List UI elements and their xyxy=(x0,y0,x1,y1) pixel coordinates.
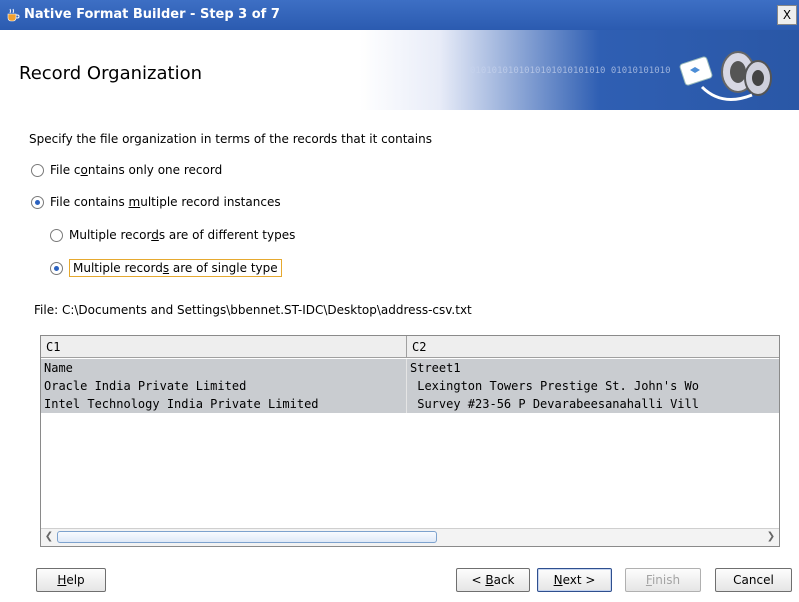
back-button[interactable]: < Back xyxy=(456,568,530,592)
radio-multiple-records[interactable]: File contains multiple record instances xyxy=(31,195,281,209)
radio-label: Multiple records are of different types xyxy=(69,228,296,242)
table-cell: Street1 xyxy=(410,361,461,375)
close-icon: X xyxy=(782,8,792,22)
next-button[interactable]: Next > xyxy=(537,568,612,592)
wizard-header: Record Organization 01010101010101010101… xyxy=(0,30,799,111)
coffee-cup-icon xyxy=(7,8,20,22)
radio-different-types[interactable]: Multiple records are of different types xyxy=(50,228,295,242)
column-header-c1[interactable]: C1 xyxy=(41,336,407,358)
table-cell: Lexington Towers Prestige St. John's Wo xyxy=(410,379,699,393)
file-path-label: File: C:\Documents and Settings\bbennet.… xyxy=(34,303,472,317)
radio-one-record[interactable]: File contains only one record xyxy=(31,163,222,177)
table-cell: Oracle India Private Limited xyxy=(41,377,407,395)
page-title: Record Organization xyxy=(19,63,202,84)
radio-button[interactable] xyxy=(31,163,44,177)
radio-label: File contains multiple record instances xyxy=(50,195,281,209)
table-cell: Name xyxy=(41,359,407,377)
radio-button[interactable] xyxy=(31,195,44,209)
radio-button[interactable] xyxy=(50,228,63,242)
table-row[interactable]: Intel Technology India Private Limited S… xyxy=(41,395,779,413)
radio-single-type[interactable]: Multiple records are of single type xyxy=(50,259,282,277)
radio-label: Multiple records are of single type xyxy=(69,259,282,277)
table-cell: Survey #23-56 P Devarabeesanahalli Vill xyxy=(410,397,699,411)
table-row[interactable]: Name Street1 xyxy=(41,359,779,377)
table-cell: Intel Technology India Private Limited xyxy=(41,395,407,413)
cancel-button[interactable]: Cancel xyxy=(715,568,792,592)
radio-label: File contains only one record xyxy=(50,163,223,177)
scroll-left-icon[interactable]: ❮ xyxy=(43,531,55,543)
horizontal-scrollbar[interactable]: ❮ ❯ xyxy=(41,528,779,546)
wizard-logo-icon xyxy=(679,51,772,101)
scrollbar-thumb[interactable] xyxy=(57,531,437,543)
table-row[interactable]: Oracle India Private Limited Lexington T… xyxy=(41,377,779,395)
help-button[interactable]: Help xyxy=(36,568,106,592)
radio-button[interactable] xyxy=(50,261,63,275)
data-grid[interactable]: C1 C2 Name Street1 Oracle India Private … xyxy=(40,335,780,547)
column-header-c2[interactable]: C2 xyxy=(407,336,779,358)
scroll-right-icon[interactable]: ❯ xyxy=(765,531,777,543)
header-binary-text: 0101010101010101010101010 01010101010 xyxy=(470,66,671,76)
wizard-content: Specify the file organization in terms o… xyxy=(0,110,799,602)
finish-button[interactable]: Finish xyxy=(625,568,701,592)
window-title: Native Format Builder - Step 3 of 7 xyxy=(24,7,280,22)
close-button[interactable]: X xyxy=(777,5,797,25)
title-bar: Native Format Builder - Step 3 of 7 X xyxy=(0,0,799,30)
instruction-text: Specify the file organization in terms o… xyxy=(29,132,432,146)
